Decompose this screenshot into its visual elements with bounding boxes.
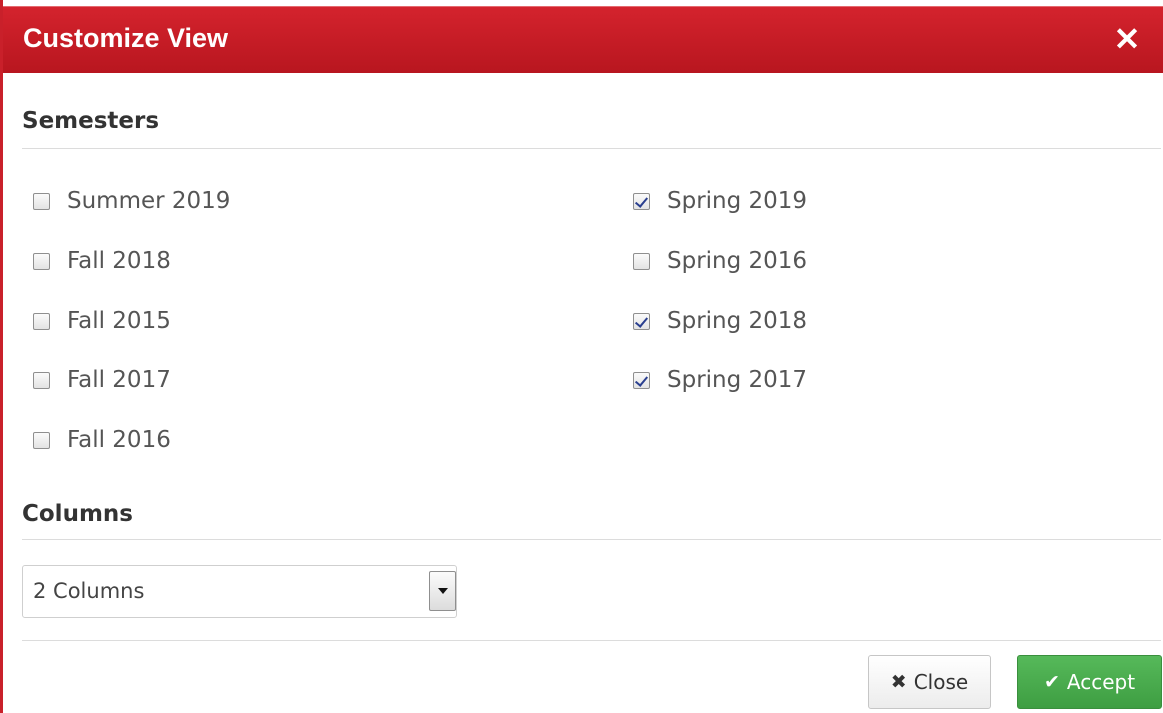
check-icon: ✔: [1043, 671, 1060, 693]
semester-checkbox-fall-2015[interactable]: Fall 2015: [33, 304, 171, 338]
semester-checkbox-spring-2017[interactable]: Spring 2017: [633, 363, 807, 397]
checkbox-label: Fall 2016: [67, 427, 171, 453]
checkbox[interactable]: [33, 252, 50, 270]
checkbox-label: Fall 2015: [67, 308, 171, 334]
semesters-divider: [22, 148, 1161, 149]
semester-checkbox-spring-2018[interactable]: Spring 2018: [633, 304, 807, 338]
checkbox[interactable]: [33, 431, 50, 449]
checkbox-label: Spring 2019: [667, 188, 808, 214]
checkbox[interactable]: [633, 371, 650, 389]
x-icon: ✖: [890, 671, 907, 693]
checkbox-label: Fall 2017: [67, 367, 171, 393]
columns-heading: Columns: [22, 501, 133, 527]
checkbox-label: Spring 2016: [667, 248, 808, 274]
checkbox[interactable]: [33, 192, 50, 210]
close-button[interactable]: ✖ Close: [868, 655, 991, 709]
dialog-title-bar: Customize View ✕: [3, 6, 1163, 73]
accept-button-label: Accept: [1066, 670, 1136, 694]
semester-checkbox-summer-2019[interactable]: Summer 2019: [33, 184, 230, 218]
semesters-heading: Semesters: [22, 108, 160, 134]
columns-divider: [22, 539, 1161, 540]
checkbox[interactable]: [633, 192, 650, 210]
semester-checkbox-fall-2018[interactable]: Fall 2018: [33, 244, 171, 278]
dialog-title: Customize View: [23, 23, 229, 53]
chevron-down-icon[interactable]: [429, 571, 456, 611]
checkbox[interactable]: [33, 371, 50, 389]
close-button-label: Close: [913, 670, 969, 694]
columns-select[interactable]: 2 Columns: [22, 565, 457, 618]
checkbox-label: Summer 2019: [67, 188, 231, 214]
checkbox[interactable]: [633, 312, 650, 330]
semester-checkbox-fall-2016[interactable]: Fall 2016: [33, 423, 171, 457]
checkbox-label: Spring 2018: [667, 308, 808, 334]
accept-button[interactable]: ✔ Accept: [1017, 655, 1162, 709]
semester-checkbox-spring-2019[interactable]: Spring 2019: [633, 184, 807, 218]
checkbox[interactable]: [33, 312, 50, 330]
columns-select-value: 2 Columns: [33, 579, 145, 603]
customize-view-dialog: Customize View ✕ Semesters Summer 2019 S…: [0, 0, 1163, 713]
close-icon[interactable]: ✕: [1109, 21, 1145, 57]
semester-checkbox-spring-2016[interactable]: Spring 2016: [633, 244, 807, 278]
checkbox-label: Fall 2018: [67, 248, 171, 274]
checkbox-label: Spring 2017: [667, 367, 808, 393]
semester-checkbox-fall-2017[interactable]: Fall 2017: [33, 363, 171, 397]
footer-divider: [22, 640, 1161, 641]
checkbox[interactable]: [633, 252, 650, 270]
